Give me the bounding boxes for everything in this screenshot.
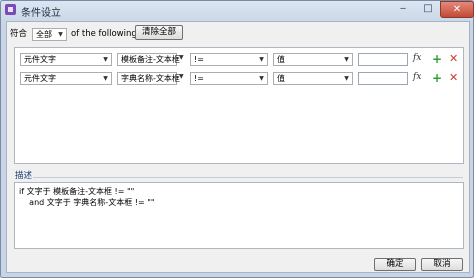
condition-dialog: 条件设立 ‒ □ ✕ 符合 全部 ▼ of the following: 清除全… — [0, 0, 474, 278]
condition-operator-value: != — [194, 74, 204, 83]
delete-icon[interactable]: ✕ — [449, 53, 458, 65]
condition-type-select[interactable]: 元件文字 ▼ — [20, 72, 112, 85]
match-label: 符合 — [10, 29, 28, 39]
condition-field-value: 字典名称-文本框 — [121, 74, 180, 83]
maximize-button[interactable]: □ — [416, 1, 440, 17]
delete-icon[interactable]: ✕ — [449, 72, 458, 84]
condition-operator-select[interactable]: != ▼ — [190, 53, 268, 66]
match-select[interactable]: 全部 ▼ — [32, 28, 67, 41]
description-line-2: and 文字于 字典名称-文本框 != "" — [19, 198, 155, 207]
add-icon[interactable]: + — [432, 53, 442, 65]
condition-value-type-value: 值 — [277, 74, 285, 83]
condition-value-input[interactable] — [358, 72, 408, 85]
dropdown-arrow-icon: ▼ — [344, 75, 349, 82]
minimize-button[interactable]: ‒ — [390, 1, 416, 17]
dropdown-arrow-icon: ▼ — [344, 56, 349, 63]
condition-type-select[interactable]: 元件文字 ▼ — [20, 53, 112, 66]
title-bar[interactable]: 条件设立 ‒ □ ✕ — [1, 1, 474, 19]
fx-icon[interactable]: fx — [413, 72, 421, 82]
app-icon — [5, 4, 16, 15]
condition-field-select[interactable]: 字典名称-文本框 — [117, 72, 180, 85]
description-box[interactable]: if 文字于 模板备注-文本框 != "" and 文字于 字典名称-文本框 !… — [14, 182, 464, 249]
dialog-body: 符合 全部 ▼ of the following: 清除全部 元件文字 ▼ 模板… — [6, 21, 470, 273]
condition-value-type-value: 值 — [277, 55, 285, 64]
add-icon[interactable]: + — [432, 72, 442, 84]
description-line-1: if 文字于 模板备注-文本框 != "" — [19, 187, 135, 196]
condition-field-select[interactable]: 模板备注-文本框 — [117, 53, 180, 66]
clear-all-button[interactable]: 清除全部 — [135, 25, 183, 40]
cancel-button[interactable]: 取消 — [421, 258, 463, 271]
condition-type-value: 元件文字 — [24, 74, 56, 83]
match-suffix-label: of the following: — [71, 29, 140, 39]
condition-field-value: 模板备注-文本框 — [121, 55, 180, 64]
dropdown-arrow-icon: ▼ — [259, 56, 264, 63]
dropdown-arrow-icon: ▼ — [103, 56, 108, 63]
condition-operator-value: != — [194, 55, 204, 64]
window-title: 条件设立 — [21, 8, 61, 19]
dropdown-arrow-icon: ▼ — [58, 31, 63, 38]
fx-icon[interactable]: fx — [413, 53, 421, 63]
dropdown-arrow-icon: ▼ — [103, 75, 108, 82]
match-select-value: 全部 — [36, 30, 52, 39]
dropdown-arrow-icon[interactable]: ▼ — [179, 73, 184, 80]
condition-value-type-select[interactable]: 值 ▼ — [273, 72, 353, 85]
condition-value-input[interactable] — [358, 53, 408, 66]
condition-type-value: 元件文字 — [24, 55, 56, 64]
ok-button[interactable]: 确定 — [374, 258, 416, 271]
description-divider — [33, 177, 463, 178]
dropdown-arrow-icon[interactable]: ▼ — [179, 54, 184, 61]
condition-value-type-select[interactable]: 值 ▼ — [273, 53, 353, 66]
dropdown-arrow-icon: ▼ — [259, 75, 264, 82]
conditions-panel: 元件文字 ▼ 模板备注-文本框 ▼ != ▼ 值 ▼ fx + ✕ 元件文字 ▼… — [14, 47, 464, 164]
close-button[interactable]: ✕ — [440, 1, 474, 18]
condition-operator-select[interactable]: != ▼ — [190, 72, 268, 85]
